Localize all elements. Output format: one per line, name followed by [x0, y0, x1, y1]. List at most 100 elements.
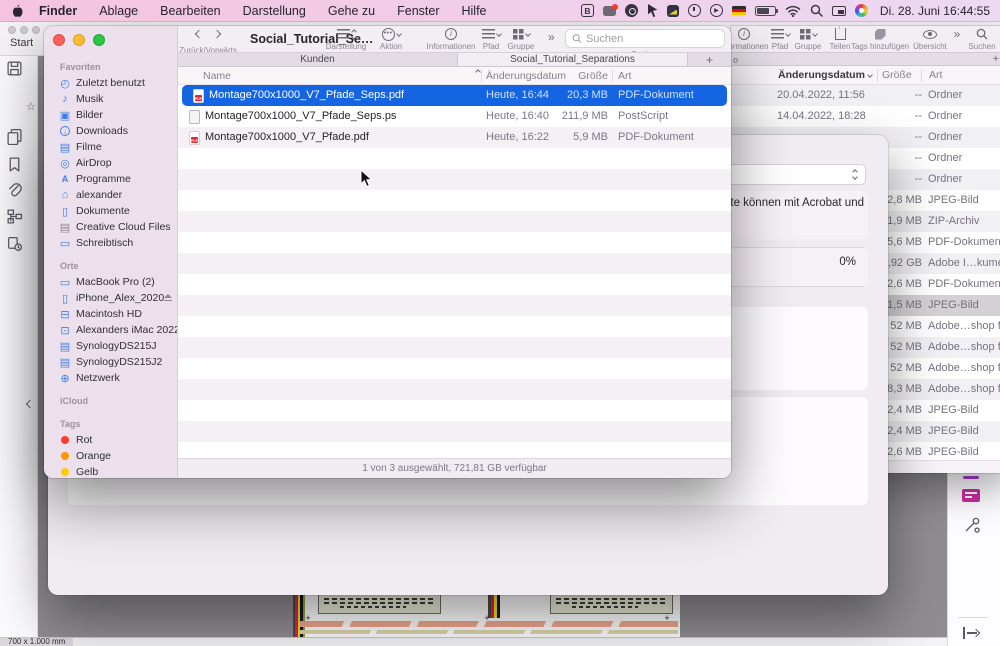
finder-toolbar: Zurück/Vorwärts Social_Tutorial_Se… Dars… [178, 26, 731, 52]
pdf-file-icon: PDF [193, 89, 204, 103]
sidebar-item-gelb[interactable]: Gelb [44, 464, 177, 478]
more-chevrons-icon[interactable]: » [548, 30, 555, 44]
input-source-de-icon[interactable] [732, 3, 746, 19]
screen-record-icon[interactable] [603, 3, 616, 19]
window-controls-inactive[interactable] [8, 26, 40, 34]
tab-kunden[interactable]: Kunden [178, 53, 458, 66]
search-icon [572, 33, 582, 44]
color-band [300, 621, 678, 627]
save-icon[interactable] [6, 60, 23, 77]
window-controls[interactable] [53, 34, 105, 46]
eject-icon[interactable] [164, 294, 169, 302]
sidebar-item-alexanders-imac-2022[interactable]: ⊡Alexanders iMac 2022 [44, 322, 177, 338]
cursor-tool-icon[interactable] [647, 3, 658, 19]
new-tab-button[interactable]: + [688, 53, 731, 66]
row-kind: Ordner [928, 110, 962, 122]
row-kind: JPEG-Bild [928, 299, 979, 311]
sidebar-item-label: Programme [76, 173, 131, 185]
display-icon[interactable] [832, 3, 846, 19]
new-tab-button[interactable]: + [993, 53, 999, 65]
menu-ablage[interactable]: Ablage [99, 4, 138, 18]
sidebar-item-schreibtisch[interactable]: ▭Schreibtisch [44, 235, 177, 251]
sidebar-section-favoriten: Favoriten [44, 52, 177, 75]
sidebar-sections: Favoriten◴Zuletzt benutzt♪Musik▣Bilder↓D… [44, 52, 177, 478]
file-row[interactable]: PDFMontage700x1000_V7_Pfade.pdfHeute, 16… [178, 127, 731, 148]
sidebar-item-programme[interactable]: A Programme [44, 171, 177, 187]
file-kind: PDF-Dokument [618, 89, 694, 101]
column-groesse[interactable]: Größe [882, 69, 912, 81]
sidebar-item-synologyds215j[interactable]: ▤SynologyDS215J [44, 338, 177, 354]
column-groesse[interactable]: Größe [548, 70, 608, 82]
attachment-icon[interactable] [6, 182, 23, 199]
menu-fenster[interactable]: Fenster [397, 4, 439, 18]
export-doc-icon[interactable] [6, 235, 23, 252]
bookmark-icon[interactable] [6, 156, 23, 173]
page-thumbnails-icon[interactable] [6, 128, 23, 145]
sidebar-item-orange[interactable]: Orange [44, 448, 177, 464]
sidebar-item-alexander[interactable]: ⌂alexander [44, 187, 177, 203]
sidebar-item-musik[interactable]: ♪Musik [44, 91, 177, 107]
app-b-icon[interactable]: B [581, 3, 594, 19]
tab-social-tutorial-separations[interactable]: Social_Tutorial_Separations [458, 53, 688, 66]
file-row[interactable]: Montage700x1000_V7_Pfade_Seps.psHeute, 1… [178, 106, 731, 127]
toolbar-aktion[interactable]: •••Aktion [366, 28, 416, 51]
menu-bearbeiten[interactable]: Bearbeiten [160, 4, 220, 18]
sidebar-item-zuletzt-benutzt[interactable]: ◴Zuletzt benutzt [44, 75, 177, 91]
sidebar-item-macintosh-hd[interactable]: ⊟Macintosh HD [44, 306, 177, 322]
back-icon[interactable] [195, 30, 203, 38]
menu-finder[interactable]: Finder [39, 4, 77, 18]
clock-app-icon[interactable] [688, 3, 701, 19]
menu-gehe-zu[interactable]: Gehe zu [328, 4, 375, 18]
background-finder-tabbar[interactable]: o + [731, 52, 1000, 66]
menubar-status-icons: B ▶ Di. 28. Juni 16:44:55 [581, 3, 990, 19]
sidebar-item-synologyds215j2[interactable]: ▤SynologyDS215J2 [44, 354, 177, 370]
progress-value: 0% [839, 256, 856, 268]
spotlight-icon[interactable] [810, 3, 823, 19]
play-app-icon[interactable]: ▶ [710, 3, 723, 19]
panel-collapse-icon[interactable] [27, 394, 33, 412]
column-name[interactable]: Name [203, 70, 231, 82]
forward-icon[interactable] [213, 30, 221, 38]
applications-icon: A [58, 174, 72, 184]
sidebar-item-netzwerk[interactable]: ⊕Netzwerk [44, 370, 177, 386]
file-row[interactable]: PDFMontage700x1000_V7_Pfade_Seps.pdfHeut… [182, 85, 727, 106]
table-row[interactable]: 20.04.2022, 11:56--Ordner [731, 85, 1000, 106]
column-art[interactable]: Art [929, 69, 942, 81]
sidebar-item-macbook-pro-2[interactable]: ▭MacBook Pro (2) [44, 274, 177, 290]
sidebar-item-airdrop[interactable]: ◎AirDrop [44, 155, 177, 171]
table-row[interactable]: 14.04.2022, 18:28--Ordner [731, 106, 1000, 127]
apple-menu-icon[interactable] [10, 3, 23, 19]
column-art[interactable]: Art [618, 70, 631, 82]
toolbar-suchen[interactable]: Suchen [958, 28, 1000, 51]
layers-tree-icon[interactable] [6, 208, 23, 225]
control-center-icon[interactable] [855, 3, 868, 19]
star-icon[interactable]: ☆ [26, 100, 36, 113]
dark-app-icon[interactable] [625, 3, 638, 19]
row-size: -- [852, 110, 922, 122]
flag-app-icon[interactable] [667, 3, 679, 19]
menu-darstellung[interactable]: Darstellung [243, 4, 306, 18]
sort-descending-icon [867, 72, 873, 78]
menu-hilfe[interactable]: Hilfe [462, 4, 487, 18]
file-list: PDFMontage700x1000_V7_Pfade_Seps.pdfHeut… [178, 85, 731, 458]
sidebar-item-bilder[interactable]: ▣Bilder [44, 107, 177, 123]
sort-ascending-icon [475, 69, 481, 75]
panel-expand-icon[interactable] [963, 626, 979, 640]
sidebar-item-downloads[interactable]: ↓Downloads [44, 123, 177, 139]
sidebar-item-creative-cloud-files[interactable]: ▤Creative Cloud Files [44, 219, 177, 235]
column-aenderungsdatum[interactable]: Änderungsdatum [778, 69, 865, 81]
print-production-icon[interactable] [963, 516, 981, 534]
search-field[interactable] [565, 29, 725, 48]
tab-start[interactable]: Start [10, 37, 33, 49]
search-input[interactable] [586, 33, 718, 45]
sidebar-item-filme[interactable]: ▤Filme [44, 139, 177, 155]
sidebar-item-iphone-alex-2020[interactable]: ▯iPhone_Alex_2020 [44, 290, 177, 306]
battery-icon[interactable] [755, 3, 776, 19]
output-preview-icon[interactable] [962, 489, 980, 502]
sidebar-item-rot[interactable]: Rot [44, 432, 177, 448]
sidebar-item-dokumente[interactable]: ▯Dokumente [44, 203, 177, 219]
wifi-icon[interactable] [785, 3, 801, 19]
toolbar-gruppe[interactable]: Gruppe [499, 28, 543, 51]
group-icon [513, 29, 524, 40]
menubar-clock[interactable]: Di. 28. Juni 16:44:55 [880, 4, 990, 18]
